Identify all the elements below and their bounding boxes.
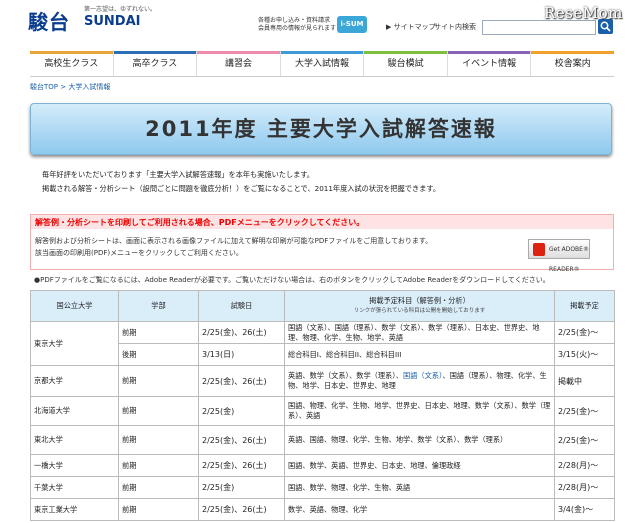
subjects-cell: 国語、数学、英語、世界史、日本史、地理、倫理政経 [284, 454, 555, 477]
subjects-text: 英語、数学（文系）、数学（理系）、 [288, 371, 403, 380]
logo-english[interactable]: SUNDAI [84, 14, 141, 29]
publish-cell: 3/15(火)〜 [554, 343, 615, 366]
nav-high-school[interactable]: 高校生クラス [30, 51, 113, 76]
get-adobe-reader-button[interactable]: Get ADOBE® READER® [528, 239, 590, 273]
faculty-cell: 後期 [118, 343, 199, 366]
university-cell: 東京大学 [30, 321, 119, 366]
faculty-cell: 前期 [118, 365, 199, 397]
date-cell: 2/25(金)、26(土) [198, 321, 285, 344]
member-promo[interactable]: 各種お申し込み・資料請求 会員専用の情報が見られます [258, 17, 336, 33]
faculty-cell: 前期 [118, 454, 199, 477]
exam-table: 国公立大学 学部 試験日 掲載予定科目（解答例・分析） リンクが張られている科目… [30, 290, 615, 521]
university-cell: 東北大学 [30, 425, 119, 455]
university-cell: 千葉大学 [30, 476, 119, 499]
publish-cell: 2/25(金)〜 [554, 396, 615, 426]
col-publish: 掲載予定 [554, 290, 615, 322]
table-row: 東京大学 前期 2/25(金)、26(土) 国語（文系）、国語（理系）、数学（文… [30, 321, 615, 366]
logo-kanji[interactable]: 駿台 [28, 6, 70, 35]
date-cell: 2/25(金)、26(土) [198, 425, 285, 455]
subjects-cell: 国語、数学、物理、化学、生物、英語 [284, 476, 555, 499]
publish-cell: 2/25(金)〜 [554, 321, 615, 344]
publish-cell: 2/25(金)〜 [554, 425, 615, 455]
table-row: 北海道大学 前期 2/25(金) 国語、物理、化学、生物、地学、世界史、日本史、… [30, 396, 615, 426]
faculty-cell: 前期 [118, 396, 199, 426]
notice-title: 解答例・分析シートを印刷してご利用される場合、PDFメニューをクリックしてくださ… [35, 218, 365, 227]
table-row: 京都大学 前期 2/25(金)、26(土) 英語、数学（文系）、数学（理系）、国… [30, 365, 615, 397]
faculty-cell: 前期 [118, 476, 199, 499]
faculty-cell: 前期 [118, 425, 199, 455]
date-cell: 2/25(金) [198, 396, 285, 426]
col-subjects: 掲載予定科目（解答例・分析） リンクが張られている科目は公開を開始しております [284, 290, 555, 322]
adobe-reader-label: Get ADOBE® READER® [549, 246, 589, 273]
table-row: 東京工業大学 前期 2/25(金)、26(土) 数学、英語、物理、化学 3/4(… [30, 498, 615, 521]
faculty-cell: 前期 [118, 498, 199, 521]
isum-club-badge[interactable]: i-SUM CLUB [337, 16, 367, 45]
intro-line-1: 毎年好評をいただいております「主要大学入試解答速報」を本年も実施いたします。 [42, 170, 314, 179]
page-title: 2011年度 主要大学入試解答速報 [145, 117, 497, 141]
col-university: 国公立大学 [30, 290, 119, 322]
subjects-cell: 英語、国語、物理、化学、生物、地学、数学（文系）、数学（理系） [284, 425, 555, 455]
subjects-cell: 国語（文系）、国語（理系）、数学（文系）、数学（理系）、日本史、世界史、地理、物… [284, 321, 555, 344]
table-row: 一橋大学 前期 2/25(金)、26(土) 国語、数学、英語、世界史、日本史、地… [30, 454, 615, 477]
nav-events[interactable]: イベント情報 [446, 51, 531, 76]
table-row: 千葉大学 前期 2/25(金) 国語、数学、物理、化学、生物、英語 2/28(月… [30, 476, 615, 499]
nav-mock-exam[interactable]: 駿台模試 [363, 51, 447, 76]
sitemap-link[interactable]: ▶ サイトマップ [386, 22, 436, 32]
date-cell: 3/13(日) [198, 343, 285, 366]
publish-cell: 掲載中 [554, 365, 615, 397]
page-banner: 2011年度 主要大学入試解答速報 [30, 103, 612, 155]
search-input[interactable] [482, 20, 596, 35]
publish-cell: 2/28(月)〜 [554, 476, 615, 499]
table-row: 後期 3/13(日) 総合科目I、総合科目II、総合科目III 3/15(火)〜 [31, 343, 615, 366]
logo-tagline: 第一志望は、ゆずれない。 [84, 6, 157, 13]
faculty-cell: 前期 [118, 321, 199, 344]
university-cell: 東京工業大学 [30, 498, 119, 521]
nav-exam-info[interactable]: 大学入試情報 [279, 51, 364, 76]
pdf-notice: 解答例・分析シートを印刷してご利用される場合、PDFメニューをクリックしてくださ… [30, 214, 614, 273]
promo-line-2: 会員専用の情報が見られます [258, 25, 337, 32]
adobe-reader-icon [533, 243, 545, 256]
site-search-label: サイト内検索 [434, 23, 476, 31]
subjects-cell: 数学、英語、物理、化学 [284, 498, 555, 521]
university-cell: 北海道大学 [30, 396, 119, 426]
col-date: 試験日 [198, 290, 285, 322]
promo-line-1: 各種お申し込み・資料請求 [258, 17, 331, 24]
resemom-watermark: ReseMom [544, 4, 623, 22]
main-nav: 高校生クラス 高卒クラス 講習会 大学入試情報 駿台模試 イベント情報 校舎案内 [30, 51, 614, 77]
col-faculty: 学部 [118, 290, 199, 322]
intro-line-2: 掲載される解答・分析シート（設問ごとに問題を徹底分析！）をご覧になることで、20… [42, 184, 441, 193]
subject-link-kokugo-bunkei[interactable]: 国語（文系） [403, 371, 443, 380]
breadcrumb[interactable]: 駿台TOP > 大学入試情報 [30, 82, 110, 92]
nav-seminar[interactable]: 講習会 [196, 51, 280, 76]
subjects-cell: 国語、物理、化学、生物、地学、世界史、日本史、地理、数学（文系）、数学（理系）、… [284, 396, 555, 426]
publish-cell: 2/28(月)〜 [554, 454, 615, 477]
university-cell: 京都大学 [30, 365, 119, 397]
publish-cell: 3/4(金)〜 [554, 498, 615, 521]
adobe-note: ●PDFファイルをご覧になるには、Adobe Readerが必要です。ご覧いただ… [34, 276, 550, 284]
date-cell: 2/25(金)、26(土) [198, 454, 285, 477]
col-subjects-label: 掲載予定科目（解答例・分析） [369, 296, 470, 305]
university-cell: 一橋大学 [30, 454, 119, 477]
nav-graduate[interactable]: 高卒クラス [112, 51, 197, 76]
date-cell: 2/25(金)、26(土) [198, 498, 285, 521]
date-cell: 2/25(金)、26(土) [198, 365, 285, 397]
col-subjects-note: リンクが張られている科目は公開を開始しております [353, 308, 486, 314]
date-cell: 2/25(金) [198, 476, 285, 499]
notice-line-2: 該当画面の印刷用(PDF)メニューをクリックしてご利用ください。 [35, 249, 243, 257]
subjects-cell: 英語、数学（文系）、数学（理系）、国語（文系）、国語（理系）、物理、化学、生物、… [284, 365, 555, 397]
subjects-cell: 総合科目I、総合科目II、総合科目III [284, 343, 555, 366]
notice-line-1: 解答例および分析シートは、画面に表示される画像ファイルに加えて鮮明な印刷が可能な… [35, 237, 433, 245]
table-row: 東北大学 前期 2/25(金)、26(土) 英語、国語、物理、化学、生物、地学、… [30, 425, 615, 455]
table-header-row: 国公立大学 学部 試験日 掲載予定科目（解答例・分析） リンクが張られている科目… [30, 290, 615, 322]
nav-campus[interactable]: 校舎案内 [530, 51, 614, 76]
